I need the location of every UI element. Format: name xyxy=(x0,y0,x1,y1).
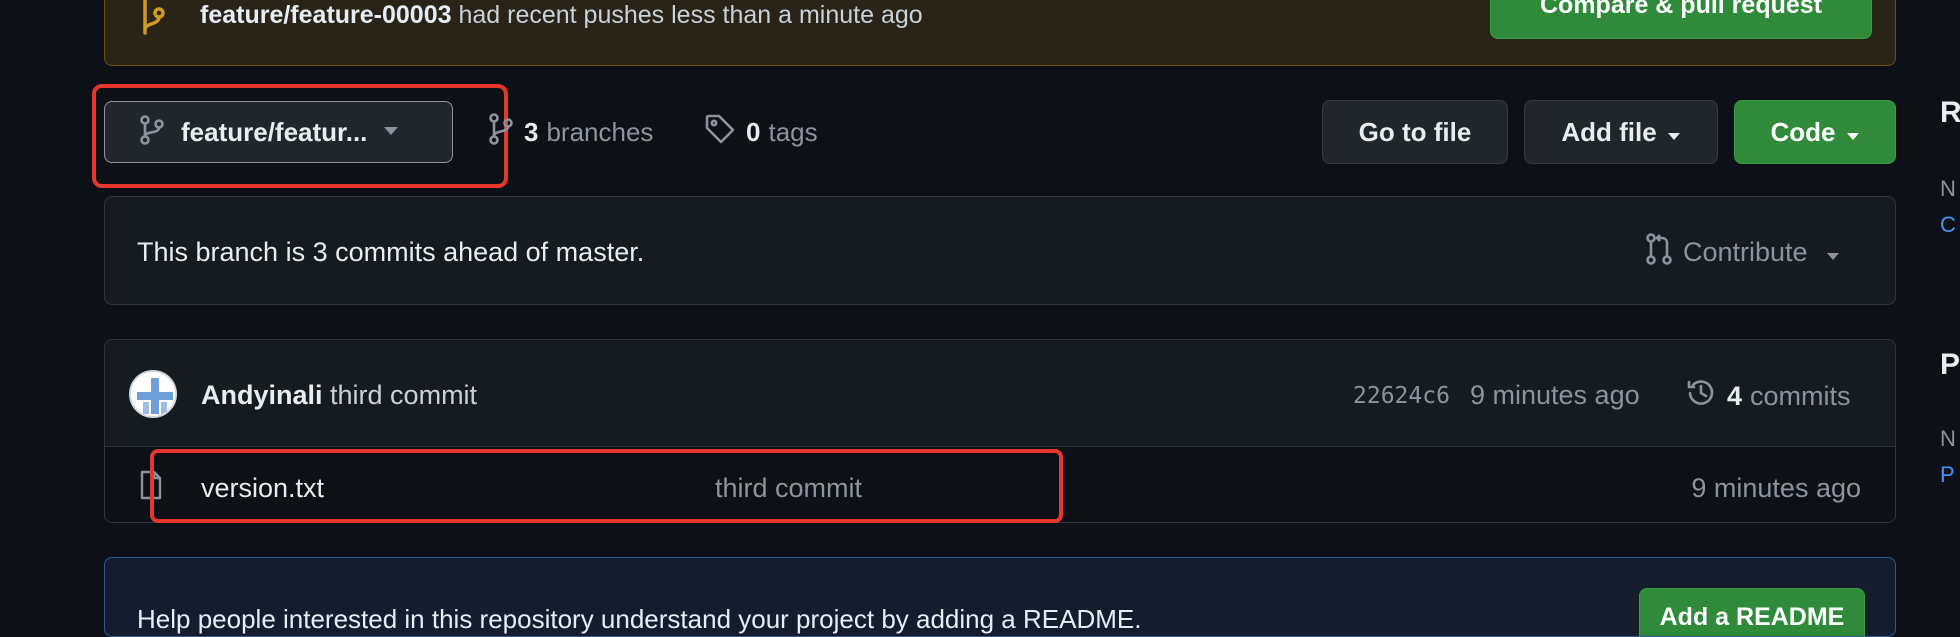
tags-label: tags xyxy=(768,117,818,147)
git-branch-icon xyxy=(488,113,514,152)
readme-prompt-text: Help people interested in this repositor… xyxy=(137,604,1142,634)
commit-title[interactable]: third commit xyxy=(330,380,477,410)
commit-author[interactable]: Andyinali xyxy=(201,380,323,410)
add-readme-button[interactable]: Add a README xyxy=(1639,588,1865,636)
sidebar-description: N xyxy=(1940,176,1956,201)
highlight-box-branch xyxy=(92,84,508,188)
caret-down-icon xyxy=(1846,117,1860,148)
avatar[interactable] xyxy=(129,370,177,418)
commits-history-link[interactable]: 4 commits xyxy=(1685,377,1851,416)
contribute-dropdown[interactable]: Contribute xyxy=(1645,233,1840,272)
git-branch-icon xyxy=(139,0,167,42)
git-pull-request-icon xyxy=(1645,233,1673,272)
banner-branch-name[interactable]: feature/feature-00003 xyxy=(200,1,452,29)
history-icon xyxy=(1685,377,1717,416)
add-file-button[interactable]: Add file xyxy=(1524,100,1718,164)
tag-icon xyxy=(704,113,736,152)
code-label: Code xyxy=(1770,116,1836,147)
file-commit-time: 9 minutes ago xyxy=(1691,473,1861,503)
sidebar-link[interactable]: C xyxy=(1940,212,1960,238)
branches-link[interactable]: 3 branches xyxy=(488,113,653,152)
commit-message: Andyinali third commit xyxy=(201,380,477,411)
latest-commit-row: Andyinali third commit 22624c6 9 minutes… xyxy=(105,340,1895,447)
tags-link[interactable]: 0 tags xyxy=(704,113,818,152)
readme-prompt: Help people interested in this repositor… xyxy=(104,557,1896,637)
sidebar-heading-about: R xyxy=(1940,96,1960,129)
go-to-file-button[interactable]: Go to file xyxy=(1322,100,1508,164)
caret-down-icon xyxy=(1667,117,1681,148)
caret-down-icon xyxy=(1826,237,1840,268)
sidebar-heading-packages: P xyxy=(1940,348,1960,381)
branch-status-panel: This branch is 3 commits ahead of master… xyxy=(104,196,1896,305)
commits-label: commits xyxy=(1750,381,1851,411)
commit-time[interactable]: 9 minutes ago xyxy=(1470,380,1640,411)
highlight-box-file xyxy=(150,449,1063,523)
branches-label: branches xyxy=(546,117,654,147)
compare-pull-request-button[interactable]: Compare & pull request xyxy=(1490,0,1872,39)
branches-count: 3 xyxy=(524,117,539,147)
sidebar-packages-text: N xyxy=(1940,426,1956,451)
commit-sha[interactable]: 22624c6 xyxy=(1353,383,1450,409)
add-file-label: Add file xyxy=(1561,116,1657,147)
branch-ahead-text: This branch is 3 commits ahead of master… xyxy=(137,237,645,267)
commits-count: 4 xyxy=(1727,381,1743,411)
code-button[interactable]: Code xyxy=(1734,100,1896,164)
banner-message: feature/feature-00003 had recent pushes … xyxy=(200,1,923,30)
sidebar-packages-link[interactable]: P xyxy=(1940,462,1960,488)
go-to-file-label: Go to file xyxy=(1358,116,1472,147)
banner-text: had recent pushes less than a minute ago xyxy=(458,1,923,29)
recent-push-banner: feature/feature-00003 had recent pushes … xyxy=(104,0,1896,66)
contribute-label: Contribute xyxy=(1683,237,1808,267)
tags-count: 0 xyxy=(746,117,761,147)
